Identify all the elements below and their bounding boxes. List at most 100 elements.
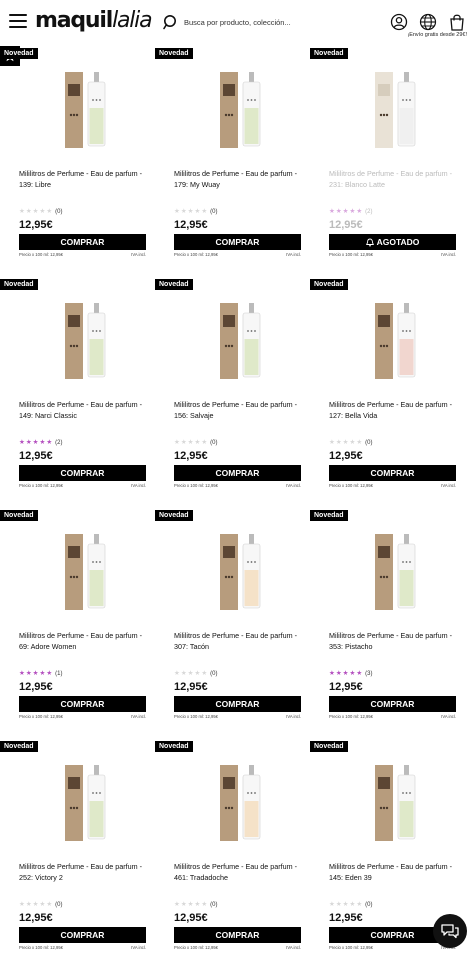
button-label: COMPRAR	[215, 468, 260, 478]
buy-button[interactable]: COMPRAR	[174, 696, 301, 712]
new-badge: Novedad	[155, 279, 193, 290]
buy-button[interactable]: COMPRAR	[329, 465, 456, 481]
product-image[interactable]	[62, 70, 112, 150]
buy-button[interactable]: COMPRAR	[174, 465, 301, 481]
rating-star: ★	[19, 901, 26, 908]
rating-star: ★	[329, 901, 336, 908]
product-title[interactable]: Mililitros de Perfume - Eau de parfum - …	[19, 399, 147, 421]
product-rating: ★★★★★ (0)	[174, 669, 217, 677]
buy-button[interactable]: COMPRAR	[19, 696, 146, 712]
unit-price: Precio x 100 ml: 12,95€	[174, 714, 218, 719]
buy-button[interactable]: COMPRAR	[19, 927, 146, 943]
globe-icon[interactable]	[419, 13, 437, 31]
rating-star: ★	[25, 208, 33, 215]
chat-button[interactable]	[433, 914, 467, 948]
product-title[interactable]: Mililitros de Perfume - Eau de parfum - …	[174, 399, 302, 421]
hamburger-menu-icon[interactable]	[9, 14, 27, 28]
new-badge: Novedad	[0, 279, 38, 290]
unit-price: Precio x 100 ml: 12,95€	[174, 945, 218, 950]
product-title[interactable]: Mililitros de Perfume - Eau de parfum - …	[174, 630, 302, 652]
product-image[interactable]	[217, 763, 267, 843]
product-title[interactable]: Mililitros de Perfume - Eau de parfum - …	[174, 168, 302, 190]
rating-star: ★	[19, 208, 26, 215]
rating-star: ★	[201, 670, 209, 677]
rating-star: ★	[174, 901, 181, 908]
product-image[interactable]	[217, 532, 267, 612]
product-card[interactable]: Novedad Mililitros de Perfume - Eau de p…	[155, 46, 305, 277]
product-card[interactable]: Novedad Mililitros de Perfume - Eau de p…	[310, 508, 460, 739]
product-card[interactable]: Novedad Mililitros de Perfume - Eau de p…	[310, 277, 460, 508]
product-card[interactable]: Novedad Mililitros de Perfume - Eau de p…	[0, 277, 150, 508]
product-price: 12,95€	[174, 450, 208, 462]
review-count: (0)	[365, 902, 373, 908]
product-price: 12,95€	[329, 219, 363, 231]
rating-star: ★	[329, 439, 336, 446]
shopping-bag-icon[interactable]	[448, 13, 466, 31]
rating-star: ★	[46, 901, 54, 908]
review-count: (2)	[55, 440, 63, 446]
product-image[interactable]	[372, 763, 422, 843]
rating-star: ★	[174, 670, 181, 677]
product-image[interactable]	[372, 301, 422, 381]
product-card[interactable]: Novedad Mililitros de Perfume - Eau de p…	[155, 739, 305, 955]
search-input[interactable]	[184, 14, 374, 30]
unit-price: Precio x 100 ml: 12,95€	[329, 714, 373, 719]
buy-button[interactable]: COMPRAR	[19, 234, 146, 250]
button-label: COMPRAR	[370, 930, 415, 940]
product-title[interactable]: Mililitros de Perfume - Eau de parfum - …	[329, 399, 457, 421]
product-card[interactable]: Novedad Mililitros de Perfume - Eau de p…	[155, 277, 305, 508]
review-count: (0)	[55, 902, 63, 908]
new-badge: Novedad	[0, 48, 38, 59]
tax-note: IVA incl.	[441, 483, 456, 488]
tax-note: IVA incl.	[286, 945, 301, 950]
new-badge: Novedad	[0, 741, 38, 752]
product-title[interactable]: Mililitros de Perfume - Eau de parfum - …	[329, 861, 457, 883]
product-image[interactable]	[372, 532, 422, 612]
product-image[interactable]	[217, 70, 267, 150]
button-label: COMPRAR	[215, 930, 260, 940]
product-card[interactable]: Novedad Mililitros de Perfume - Eau de p…	[155, 508, 305, 739]
product-title[interactable]: Mililitros de Perfume - Eau de parfum - …	[19, 861, 147, 883]
product-title[interactable]: Mililitros de Perfume - Eau de parfum - …	[19, 630, 147, 652]
product-title[interactable]: Mililitros de Perfume - Eau de parfum - …	[329, 630, 457, 652]
button-label: COMPRAR	[60, 930, 105, 940]
rating-star: ★	[180, 670, 188, 677]
product-card[interactable]: Novedad Mililitros de Perfume - Eau de p…	[0, 739, 150, 955]
sold-out-button: AGOTADO	[329, 234, 456, 250]
new-badge: Novedad	[155, 48, 193, 59]
button-label: COMPRAR	[215, 237, 260, 247]
product-rating: ★★★★★ (2)	[19, 438, 62, 446]
buy-button[interactable]: COMPRAR	[174, 927, 301, 943]
product-image[interactable]	[62, 301, 112, 381]
product-title[interactable]: Mililitros de Perfume - Eau de parfum - …	[174, 861, 302, 883]
user-icon[interactable]	[390, 13, 408, 31]
buy-button[interactable]: COMPRAR	[329, 696, 456, 712]
product-card[interactable]: Novedad Mililitros de Perfume - Eau de p…	[0, 46, 150, 277]
product-rating: ★★★★★ (1)	[19, 669, 62, 677]
product-image[interactable]	[372, 70, 422, 150]
product-title[interactable]: Mililitros de Perfume - Eau de parfum - …	[329, 168, 457, 190]
product-image[interactable]	[217, 301, 267, 381]
buy-button[interactable]: COMPRAR	[174, 234, 301, 250]
product-price: 12,95€	[19, 681, 53, 693]
rating-star: ★	[180, 439, 188, 446]
buy-button[interactable]: COMPRAR	[19, 465, 146, 481]
product-rating: ★★★★★ (0)	[329, 900, 372, 908]
product-rating: ★★★★★ (0)	[19, 900, 62, 908]
rating-star: ★	[19, 439, 26, 446]
review-count: (3)	[365, 671, 373, 677]
tax-note: IVA incl.	[131, 714, 146, 719]
product-card[interactable]: Novedad Mililitros de Perfume - Eau de p…	[0, 508, 150, 739]
product-image[interactable]	[62, 763, 112, 843]
site-logo[interactable]: maquillalia	[35, 8, 153, 33]
review-count: (0)	[210, 440, 218, 446]
rating-star: ★	[19, 670, 26, 677]
product-card[interactable]: Novedad Mililitros de Perfume - Eau de p…	[310, 46, 460, 277]
product-price: 12,95€	[329, 450, 363, 462]
rating-star: ★	[335, 208, 343, 215]
tax-note: IVA incl.	[441, 252, 456, 257]
search-icon[interactable]	[163, 14, 179, 30]
product-rating: ★★★★★ (3)	[329, 669, 372, 677]
product-image[interactable]	[62, 532, 112, 612]
product-title[interactable]: Mililitros de Perfume - Eau de parfum - …	[19, 168, 147, 190]
